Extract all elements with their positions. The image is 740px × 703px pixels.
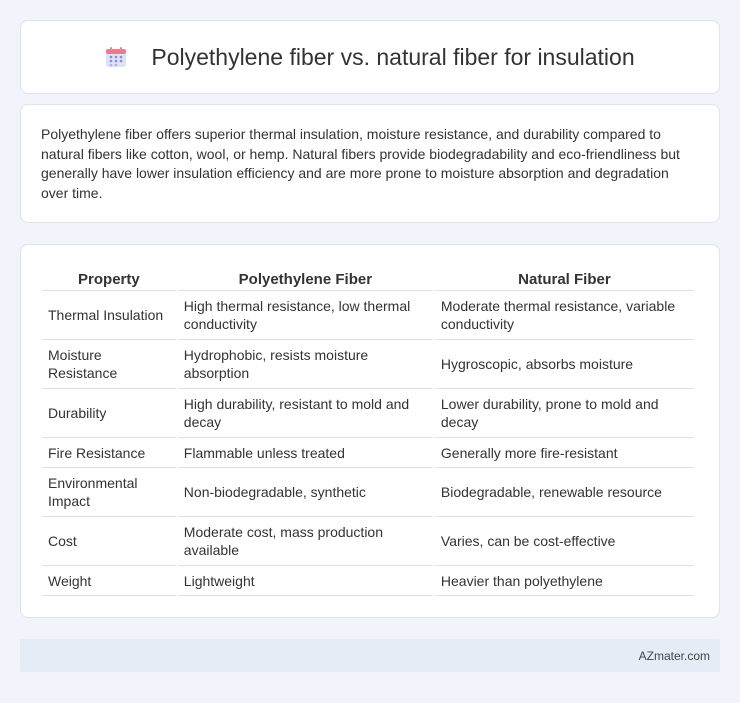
cell-natural: Biodegradable, renewable resource bbox=[434, 468, 694, 517]
column-header-property: Property bbox=[42, 265, 176, 291]
summary-card: Polyethylene fiber offers superior therm… bbox=[20, 104, 720, 223]
cell-natural: Moderate thermal resistance, variable co… bbox=[434, 291, 694, 340]
table-header-row: Property Polyethylene Fiber Natural Fibe… bbox=[42, 265, 694, 291]
cell-natural: Varies, can be cost-effective bbox=[434, 517, 694, 566]
cell-polyethylene: High durability, resistant to mold and d… bbox=[177, 389, 433, 438]
table-row: Thermal Insulation High thermal resistan… bbox=[42, 291, 694, 340]
cell-natural: Generally more fire-resistant bbox=[434, 438, 694, 468]
footer: AZmater.com bbox=[20, 639, 720, 672]
cell-polyethylene: Moderate cost, mass production available bbox=[177, 517, 433, 566]
calendar-icon bbox=[105, 46, 127, 68]
page-title: Polyethylene fiber vs. natural fiber for… bbox=[151, 43, 635, 70]
cell-natural: Lower durability, prone to mold and deca… bbox=[434, 389, 694, 438]
table-row: Durability High durability, resistant to… bbox=[42, 389, 694, 438]
column-header-natural: Natural Fiber bbox=[434, 265, 694, 291]
cell-natural: Hygroscopic, absorbs moisture bbox=[434, 340, 694, 389]
cell-property: Thermal Insulation bbox=[42, 291, 176, 340]
cell-polyethylene: Flammable unless treated bbox=[177, 438, 433, 468]
cell-property: Cost bbox=[42, 517, 176, 566]
cell-polyethylene: Non-biodegradable, synthetic bbox=[177, 468, 433, 517]
table-row: Environmental Impact Non-biodegradable, … bbox=[42, 468, 694, 517]
table-row: Cost Moderate cost, mass production avai… bbox=[42, 517, 694, 566]
title-card: Polyethylene fiber vs. natural fiber for… bbox=[20, 20, 720, 94]
cell-property: Environmental Impact bbox=[42, 468, 176, 517]
comparison-table-card: Property Polyethylene Fiber Natural Fibe… bbox=[20, 244, 720, 618]
cell-polyethylene: Hydrophobic, resists moisture absorption bbox=[177, 340, 433, 389]
cell-property: Durability bbox=[42, 389, 176, 438]
footer-site-link[interactable]: AZmater.com bbox=[639, 649, 710, 663]
table-row: Weight Lightweight Heavier than polyethy… bbox=[42, 566, 694, 596]
cell-property: Weight bbox=[42, 566, 176, 596]
cell-property: Moisture Resistance bbox=[42, 340, 176, 389]
summary-text: Polyethylene fiber offers superior therm… bbox=[41, 126, 680, 201]
table-row: Fire Resistance Flammable unless treated… bbox=[42, 438, 694, 468]
cell-natural: Heavier than polyethylene bbox=[434, 566, 694, 596]
cell-property: Fire Resistance bbox=[42, 438, 176, 468]
cell-polyethylene: Lightweight bbox=[177, 566, 433, 596]
cell-polyethylene: High thermal resistance, low thermal con… bbox=[177, 291, 433, 340]
column-header-polyethylene: Polyethylene Fiber bbox=[177, 265, 433, 291]
comparison-table: Property Polyethylene Fiber Natural Fibe… bbox=[40, 265, 696, 596]
table-row: Moisture Resistance Hydrophobic, resists… bbox=[42, 340, 694, 389]
